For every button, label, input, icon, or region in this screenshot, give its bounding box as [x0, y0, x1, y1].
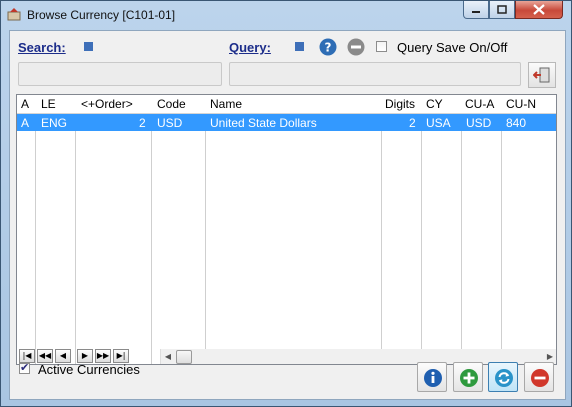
next-record-button[interactable]: ▶: [77, 349, 93, 363]
column-divider: [502, 95, 556, 364]
query-input[interactable]: [229, 62, 521, 86]
query-save-checkbox[interactable]: [376, 41, 387, 52]
active-currencies-checkbox[interactable]: [19, 361, 30, 374]
info-icon: [424, 369, 442, 387]
cell-order: 2: [139, 116, 146, 130]
column-header-name[interactable]: Name: [210, 97, 242, 111]
cell-name: United State Dollars: [210, 116, 317, 130]
minimize-button[interactable]: [463, 1, 489, 19]
column-divider: [382, 95, 422, 364]
column-divider: [462, 95, 502, 364]
scroll-left-icon[interactable]: ◀: [161, 349, 175, 364]
cell-cy: USA: [426, 116, 451, 130]
browse-currency-window: Browse Currency [C101-01] Search: Query:…: [0, 0, 572, 407]
scrollbar-thumb[interactable]: [176, 350, 192, 364]
column-divider: [36, 95, 76, 364]
close-icon: [533, 4, 545, 15]
title-bar: Browse Currency [C101-01]: [1, 1, 571, 27]
column-header-a[interactable]: A: [21, 97, 29, 111]
add-button[interactable]: [453, 362, 483, 392]
refresh-button[interactable]: [488, 362, 518, 392]
delete-icon: [531, 369, 549, 387]
cell-cu-n: 840: [506, 116, 527, 130]
maximize-icon: [497, 5, 507, 14]
column-divider: [17, 95, 36, 364]
column-header-order[interactable]: <+Order>: [81, 97, 133, 111]
client-area: Search: Query: ? Query Save On/Off A LE …: [9, 30, 566, 400]
svg-text:?: ?: [325, 41, 332, 55]
info-button[interactable]: [417, 362, 447, 392]
column-header-digits[interactable]: Digits: [385, 97, 415, 111]
window-title: Browse Currency [C101-01]: [27, 8, 176, 22]
previous-page-button[interactable]: ◀◀: [37, 349, 53, 363]
cell-digits: 2: [409, 116, 416, 130]
currency-table[interactable]: A LE <+Order> Code Name Digits CY CU-A C…: [16, 94, 557, 365]
column-divider: [152, 95, 206, 364]
search-input[interactable]: [18, 62, 222, 86]
column-header-cy[interactable]: CY: [426, 97, 443, 111]
table-row[interactable]: A ENG 2 USD United State Dollars 2 USA U…: [17, 114, 556, 131]
active-currencies-label: Active Currencies: [38, 362, 140, 377]
maximize-button[interactable]: [489, 1, 515, 19]
query-save-label: Query Save On/Off: [397, 40, 508, 55]
column-header-cu-a[interactable]: CU-A: [465, 97, 494, 111]
search-indicator-icon: [84, 42, 93, 51]
column-header-code[interactable]: Code: [157, 97, 186, 111]
app-icon: [7, 8, 21, 21]
cell-code: USD: [157, 116, 183, 130]
cell-cu-a: USD: [466, 116, 492, 130]
next-page-button[interactable]: ▶▶: [95, 349, 111, 363]
cell-a: A: [21, 116, 30, 130]
clear-icon[interactable]: [347, 38, 365, 56]
search-label[interactable]: Search:: [18, 40, 66, 55]
last-record-button[interactable]: ▶|: [113, 349, 129, 363]
exit-button[interactable]: [528, 62, 556, 88]
delete-button[interactable]: [524, 362, 554, 392]
previous-record-button[interactable]: ◀: [55, 349, 71, 363]
column-divider: [422, 95, 462, 364]
query-label[interactable]: Query:: [229, 40, 271, 55]
help-icon[interactable]: ?: [319, 38, 337, 56]
column-divider: [76, 95, 152, 364]
close-button[interactable]: [515, 1, 563, 19]
add-icon: [460, 369, 478, 387]
refresh-icon: [495, 369, 513, 387]
column-header-le[interactable]: LE: [41, 97, 56, 111]
minimize-icon: [472, 10, 480, 13]
column-divider: [206, 95, 382, 364]
table-header: A LE <+Order> Code Name Digits CY CU-A C…: [17, 95, 556, 114]
query-indicator-icon: [295, 42, 304, 51]
exit-door-icon: [533, 67, 550, 83]
cell-le: ENG: [41, 116, 68, 130]
column-header-cu-n[interactable]: CU-N: [506, 97, 536, 111]
